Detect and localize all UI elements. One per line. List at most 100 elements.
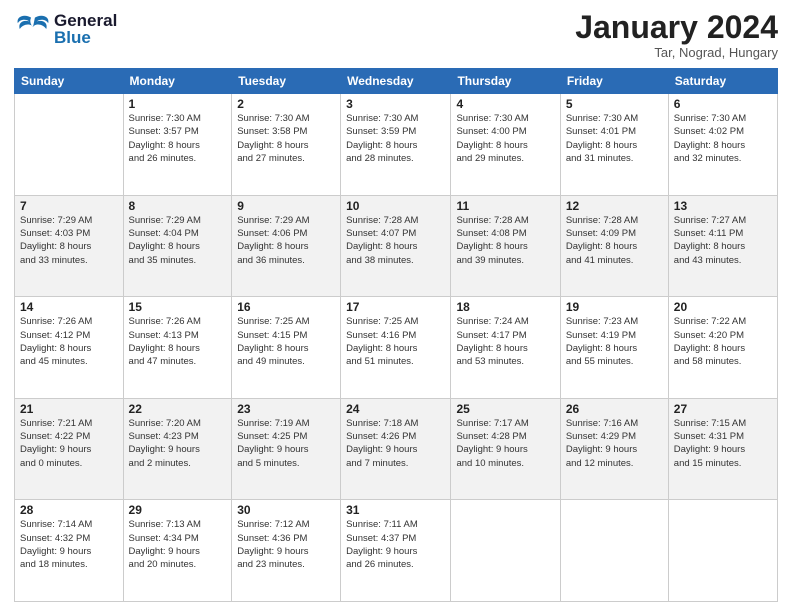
day-info: Sunrise: 7:26 AM Sunset: 4:13 PM Dayligh… bbox=[129, 315, 227, 368]
day-number: 5 bbox=[566, 97, 663, 111]
day-cell: 4Sunrise: 7:30 AM Sunset: 4:00 PM Daylig… bbox=[451, 94, 560, 196]
day-cell: 7Sunrise: 7:29 AM Sunset: 4:03 PM Daylig… bbox=[15, 195, 124, 297]
day-info: Sunrise: 7:17 AM Sunset: 4:28 PM Dayligh… bbox=[456, 417, 554, 470]
logo-name: General Blue bbox=[54, 12, 117, 46]
day-cell: 28Sunrise: 7:14 AM Sunset: 4:32 PM Dayli… bbox=[15, 500, 124, 602]
title-block: January 2024 Tar, Nograd, Hungary bbox=[575, 10, 778, 60]
col-friday: Friday bbox=[560, 69, 668, 94]
col-thursday: Thursday bbox=[451, 69, 560, 94]
day-cell: 15Sunrise: 7:26 AM Sunset: 4:13 PM Dayli… bbox=[123, 297, 232, 399]
day-info: Sunrise: 7:29 AM Sunset: 4:03 PM Dayligh… bbox=[20, 214, 118, 267]
day-info: Sunrise: 7:28 AM Sunset: 4:07 PM Dayligh… bbox=[346, 214, 445, 267]
logo-general-text: General bbox=[54, 12, 117, 29]
week-row-3: 14Sunrise: 7:26 AM Sunset: 4:12 PM Dayli… bbox=[15, 297, 778, 399]
day-cell: 14Sunrise: 7:26 AM Sunset: 4:12 PM Dayli… bbox=[15, 297, 124, 399]
day-cell bbox=[560, 500, 668, 602]
day-cell: 29Sunrise: 7:13 AM Sunset: 4:34 PM Dayli… bbox=[123, 500, 232, 602]
day-info: Sunrise: 7:25 AM Sunset: 4:15 PM Dayligh… bbox=[237, 315, 335, 368]
day-cell: 18Sunrise: 7:24 AM Sunset: 4:17 PM Dayli… bbox=[451, 297, 560, 399]
day-info: Sunrise: 7:11 AM Sunset: 4:37 PM Dayligh… bbox=[346, 518, 445, 571]
day-info: Sunrise: 7:30 AM Sunset: 3:58 PM Dayligh… bbox=[237, 112, 335, 165]
day-cell: 17Sunrise: 7:25 AM Sunset: 4:16 PM Dayli… bbox=[341, 297, 451, 399]
day-cell bbox=[451, 500, 560, 602]
logo: General Blue bbox=[14, 10, 117, 48]
day-number: 9 bbox=[237, 199, 335, 213]
page: General Blue January 2024 Tar, Nograd, H… bbox=[0, 0, 792, 612]
day-number: 15 bbox=[129, 300, 227, 314]
day-info: Sunrise: 7:28 AM Sunset: 4:09 PM Dayligh… bbox=[566, 214, 663, 267]
day-number: 16 bbox=[237, 300, 335, 314]
day-info: Sunrise: 7:16 AM Sunset: 4:29 PM Dayligh… bbox=[566, 417, 663, 470]
day-cell: 3Sunrise: 7:30 AM Sunset: 3:59 PM Daylig… bbox=[341, 94, 451, 196]
day-info: Sunrise: 7:28 AM Sunset: 4:08 PM Dayligh… bbox=[456, 214, 554, 267]
day-number: 14 bbox=[20, 300, 118, 314]
day-cell: 1Sunrise: 7:30 AM Sunset: 3:57 PM Daylig… bbox=[123, 94, 232, 196]
day-info: Sunrise: 7:14 AM Sunset: 4:32 PM Dayligh… bbox=[20, 518, 118, 571]
day-cell bbox=[15, 94, 124, 196]
day-cell: 23Sunrise: 7:19 AM Sunset: 4:25 PM Dayli… bbox=[232, 398, 341, 500]
day-cell: 25Sunrise: 7:17 AM Sunset: 4:28 PM Dayli… bbox=[451, 398, 560, 500]
day-cell: 6Sunrise: 7:30 AM Sunset: 4:02 PM Daylig… bbox=[668, 94, 777, 196]
day-number: 3 bbox=[346, 97, 445, 111]
day-number: 18 bbox=[456, 300, 554, 314]
day-info: Sunrise: 7:21 AM Sunset: 4:22 PM Dayligh… bbox=[20, 417, 118, 470]
day-number: 31 bbox=[346, 503, 445, 517]
header: General Blue January 2024 Tar, Nograd, H… bbox=[14, 10, 778, 60]
header-row: Sunday Monday Tuesday Wednesday Thursday… bbox=[15, 69, 778, 94]
day-cell: 26Sunrise: 7:16 AM Sunset: 4:29 PM Dayli… bbox=[560, 398, 668, 500]
week-row-2: 7Sunrise: 7:29 AM Sunset: 4:03 PM Daylig… bbox=[15, 195, 778, 297]
day-info: Sunrise: 7:23 AM Sunset: 4:19 PM Dayligh… bbox=[566, 315, 663, 368]
day-info: Sunrise: 7:12 AM Sunset: 4:36 PM Dayligh… bbox=[237, 518, 335, 571]
day-info: Sunrise: 7:19 AM Sunset: 4:25 PM Dayligh… bbox=[237, 417, 335, 470]
day-cell: 13Sunrise: 7:27 AM Sunset: 4:11 PM Dayli… bbox=[668, 195, 777, 297]
day-number: 27 bbox=[674, 402, 772, 416]
day-number: 29 bbox=[129, 503, 227, 517]
day-number: 24 bbox=[346, 402, 445, 416]
day-cell: 21Sunrise: 7:21 AM Sunset: 4:22 PM Dayli… bbox=[15, 398, 124, 500]
col-saturday: Saturday bbox=[668, 69, 777, 94]
day-cell: 24Sunrise: 7:18 AM Sunset: 4:26 PM Dayli… bbox=[341, 398, 451, 500]
day-number: 28 bbox=[20, 503, 118, 517]
day-cell: 27Sunrise: 7:15 AM Sunset: 4:31 PM Dayli… bbox=[668, 398, 777, 500]
location: Tar, Nograd, Hungary bbox=[575, 45, 778, 60]
day-info: Sunrise: 7:30 AM Sunset: 4:01 PM Dayligh… bbox=[566, 112, 663, 165]
day-number: 8 bbox=[129, 199, 227, 213]
calendar-table: Sunday Monday Tuesday Wednesday Thursday… bbox=[14, 68, 778, 602]
day-number: 21 bbox=[20, 402, 118, 416]
day-number: 25 bbox=[456, 402, 554, 416]
day-info: Sunrise: 7:26 AM Sunset: 4:12 PM Dayligh… bbox=[20, 315, 118, 368]
col-monday: Monday bbox=[123, 69, 232, 94]
day-cell: 12Sunrise: 7:28 AM Sunset: 4:09 PM Dayli… bbox=[560, 195, 668, 297]
day-info: Sunrise: 7:29 AM Sunset: 4:06 PM Dayligh… bbox=[237, 214, 335, 267]
day-info: Sunrise: 7:24 AM Sunset: 4:17 PM Dayligh… bbox=[456, 315, 554, 368]
day-number: 10 bbox=[346, 199, 445, 213]
day-number: 11 bbox=[456, 199, 554, 213]
day-cell: 10Sunrise: 7:28 AM Sunset: 4:07 PM Dayli… bbox=[341, 195, 451, 297]
day-info: Sunrise: 7:30 AM Sunset: 3:59 PM Dayligh… bbox=[346, 112, 445, 165]
day-number: 7 bbox=[20, 199, 118, 213]
day-cell: 16Sunrise: 7:25 AM Sunset: 4:15 PM Dayli… bbox=[232, 297, 341, 399]
day-cell: 11Sunrise: 7:28 AM Sunset: 4:08 PM Dayli… bbox=[451, 195, 560, 297]
day-number: 4 bbox=[456, 97, 554, 111]
day-number: 23 bbox=[237, 402, 335, 416]
day-number: 12 bbox=[566, 199, 663, 213]
day-cell: 20Sunrise: 7:22 AM Sunset: 4:20 PM Dayli… bbox=[668, 297, 777, 399]
logo-icon bbox=[14, 10, 52, 48]
logo-blue-text: Blue bbox=[54, 29, 117, 46]
day-number: 30 bbox=[237, 503, 335, 517]
day-number: 6 bbox=[674, 97, 772, 111]
day-info: Sunrise: 7:13 AM Sunset: 4:34 PM Dayligh… bbox=[129, 518, 227, 571]
week-row-4: 21Sunrise: 7:21 AM Sunset: 4:22 PM Dayli… bbox=[15, 398, 778, 500]
day-cell: 5Sunrise: 7:30 AM Sunset: 4:01 PM Daylig… bbox=[560, 94, 668, 196]
day-info: Sunrise: 7:29 AM Sunset: 4:04 PM Dayligh… bbox=[129, 214, 227, 267]
day-number: 20 bbox=[674, 300, 772, 314]
week-row-1: 1Sunrise: 7:30 AM Sunset: 3:57 PM Daylig… bbox=[15, 94, 778, 196]
day-cell: 9Sunrise: 7:29 AM Sunset: 4:06 PM Daylig… bbox=[232, 195, 341, 297]
day-number: 22 bbox=[129, 402, 227, 416]
day-info: Sunrise: 7:15 AM Sunset: 4:31 PM Dayligh… bbox=[674, 417, 772, 470]
day-number: 17 bbox=[346, 300, 445, 314]
day-info: Sunrise: 7:30 AM Sunset: 4:02 PM Dayligh… bbox=[674, 112, 772, 165]
col-sunday: Sunday bbox=[15, 69, 124, 94]
day-cell: 2Sunrise: 7:30 AM Sunset: 3:58 PM Daylig… bbox=[232, 94, 341, 196]
day-cell bbox=[668, 500, 777, 602]
